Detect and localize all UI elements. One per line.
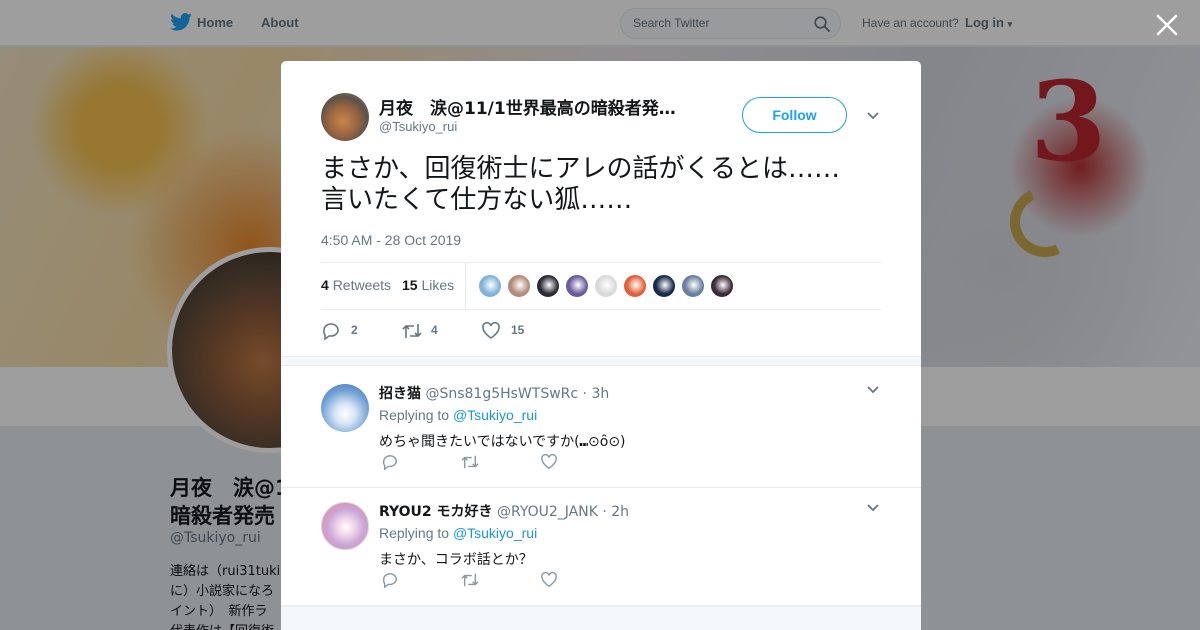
author-handle[interactable]: @Tsukiyo_rui <box>379 119 457 134</box>
retweet-count: 4 <box>431 323 438 337</box>
reply-header: 招き猫 @Sns81g5HsWTSwRc · 3h <box>379 383 609 403</box>
tweet-permalink-modal: 月夜 涙@11/1世界最高の暗殺者発… @Tsukiyo_rui Follow … <box>281 61 921 630</box>
replying-to: Replying to @Tsukiyo_rui <box>379 407 537 423</box>
reply-icon[interactable] <box>321 322 341 340</box>
section-divider <box>281 356 921 366</box>
liker-avatar[interactable] <box>681 274 705 298</box>
heart-icon[interactable] <box>481 322 501 340</box>
replying-to-label: Replying to <box>379 525 450 541</box>
like-action[interactable]: 15 <box>481 319 541 343</box>
retweet-action[interactable]: 4 <box>401 319 461 343</box>
reply-avatar[interactable] <box>321 502 369 550</box>
close-icon[interactable] <box>1154 12 1180 38</box>
reply-icon[interactable] <box>381 572 399 588</box>
retweet-icon[interactable] <box>460 572 480 588</box>
reply-tweet[interactable]: RYOU2 モカ好き @RYOU2_JANK · 2h Replying to … <box>281 488 921 606</box>
heart-icon[interactable] <box>540 572 558 588</box>
liker-avatar[interactable] <box>478 274 502 298</box>
replying-to-link[interactable]: @Tsukiyo_rui <box>453 525 537 541</box>
reply-time[interactable]: · 3h <box>583 386 610 402</box>
reply-time[interactable]: · 2h <box>602 504 629 520</box>
liker-avatar[interactable] <box>652 274 676 298</box>
likes-count: 15 <box>402 277 418 293</box>
author-name[interactable]: 月夜 涙@11/1世界最高の暗殺者発… <box>379 94 699 119</box>
retweets-count: 4 <box>321 277 329 293</box>
tweet-timestamp[interactable]: 4:50 AM - 28 Oct 2019 <box>321 232 461 248</box>
liker-avatar[interactable] <box>594 274 618 298</box>
retweet-icon[interactable] <box>460 454 480 470</box>
likes-label: Likes <box>421 277 455 293</box>
reply-author-name[interactable]: 招き猫 <box>379 386 421 402</box>
tweet-actions: 2 4 15 <box>321 319 621 343</box>
liker-avatar[interactable] <box>710 274 734 298</box>
replying-to-link[interactable]: @Tsukiyo_rui <box>453 407 537 423</box>
reply-author-handle[interactable]: @Sns81g5HsWTSwRc <box>425 386 578 402</box>
heart-icon[interactable] <box>540 454 558 470</box>
follow-button[interactable]: Follow <box>742 97 847 133</box>
reply-count: 2 <box>351 323 358 337</box>
reply-actions <box>381 454 581 474</box>
retweet-icon[interactable] <box>401 322 423 340</box>
like-count: 15 <box>511 323 525 337</box>
tweet-stats: 4 Retweets 15 Likes <box>321 262 881 310</box>
likes-stat[interactable]: 15 Likes <box>402 277 454 293</box>
load-more-bar <box>281 606 921 630</box>
tweet-text: まさか、回復術士にアレの話がくるとは…… 言いたくて仕方ない狐…… <box>321 154 896 216</box>
liker-avatar[interactable] <box>565 274 589 298</box>
liker-avatar[interactable] <box>507 274 531 298</box>
retweets-stat[interactable]: 4 Retweets <box>321 277 391 293</box>
reply-text: まさか、コラボ話とか？ <box>379 552 533 568</box>
replying-to-label: Replying to <box>379 407 450 423</box>
reply-avatar[interactable] <box>321 384 369 432</box>
tweet-text-line: まさか、回復術士にアレの話がくるとは…… <box>321 154 840 184</box>
reply-header: RYOU2 モカ好き @RYOU2_JANK · 2h <box>379 501 629 521</box>
reply-text: めちゃ聞きたいではないですか(⑉⊙ȏ⊙) <box>379 434 626 450</box>
reply-actions <box>381 572 581 592</box>
reply-action[interactable]: 2 <box>321 319 381 343</box>
reply-tweet[interactable]: 招き猫 @Sns81g5HsWTSwRc · 3h Replying to @T… <box>281 370 921 488</box>
reply-author-handle[interactable]: @RYOU2_JANK <box>497 504 598 520</box>
reply-icon[interactable] <box>381 454 399 470</box>
tweet-text-line: 言いたくて仕方ない狐…… <box>321 185 633 215</box>
liker-avatar[interactable] <box>623 274 647 298</box>
reply-author-name[interactable]: RYOU2 モカ好き <box>379 504 493 520</box>
replying-to: Replying to @Tsukiyo_rui <box>379 525 537 541</box>
retweets-label: Retweets <box>332 277 392 293</box>
chevron-down-icon[interactable] <box>865 382 881 398</box>
chevron-down-icon[interactable] <box>865 500 881 516</box>
stats-divider <box>465 263 466 310</box>
liker-avatar[interactable] <box>536 274 560 298</box>
author-avatar[interactable] <box>321 93 369 141</box>
chevron-down-icon[interactable] <box>865 108 881 124</box>
